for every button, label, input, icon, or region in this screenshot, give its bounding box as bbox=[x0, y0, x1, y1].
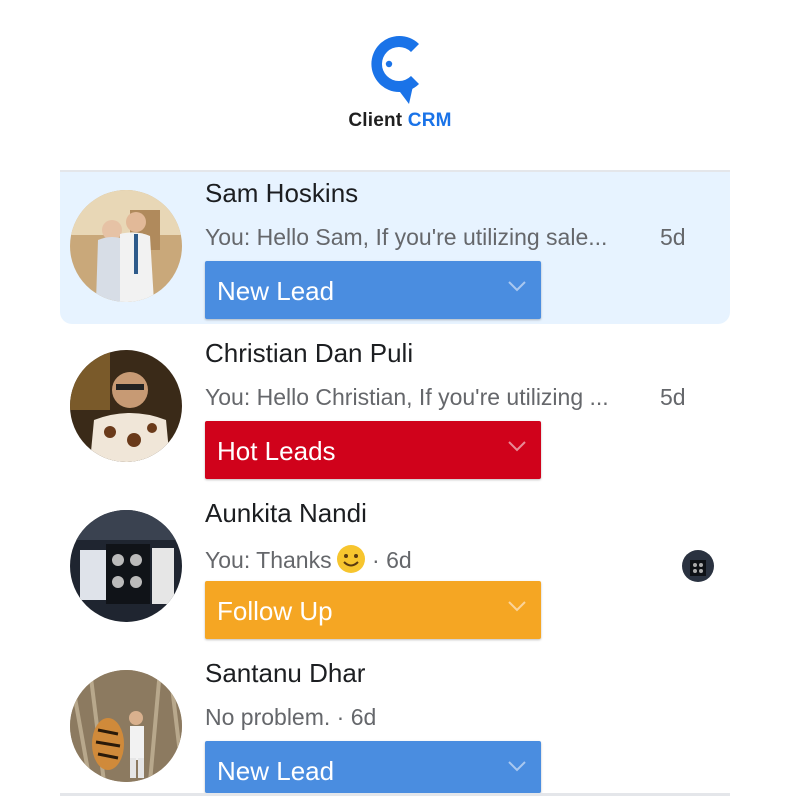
chevron-down-icon bbox=[508, 281, 526, 292]
status-label: Hot Leads bbox=[217, 436, 336, 466]
message-text: No problem. bbox=[205, 704, 331, 730]
avatar bbox=[70, 350, 182, 462]
contact-name: Aunkita Nandi bbox=[205, 498, 367, 528]
message-time: 6d bbox=[386, 547, 412, 573]
app-name-part1: Client bbox=[348, 110, 403, 131]
status-label: Follow Up bbox=[217, 596, 333, 626]
list-divider-bottom bbox=[60, 793, 730, 796]
contact-name: Christian Dan Puli bbox=[205, 338, 414, 368]
status-label: New Lead bbox=[217, 756, 335, 786]
conversation-item-sam-hoskins[interactable]: Sam Hoskins You: Hello Sam, If you're ut… bbox=[60, 172, 730, 324]
app-name: Client CRM bbox=[0, 110, 800, 132]
avatar bbox=[70, 670, 182, 782]
conversation-item-aunkita-nandi[interactable]: Aunkita Nandi You: Thanks · 6d Follow Up bbox=[60, 492, 730, 652]
message-separator-dot: · bbox=[330, 704, 351, 730]
message-preview: You: Hello Christian, If you're utilizin… bbox=[205, 384, 609, 410]
chat-bubble-c-logo-icon bbox=[371, 36, 419, 104]
message-separator-dot: · bbox=[365, 547, 387, 573]
avatar bbox=[70, 510, 182, 622]
status-dropdown[interactable]: Hot Leads bbox=[205, 421, 541, 479]
app-name-part2: CRM bbox=[407, 110, 452, 131]
conversation-item-christian-dan-puli[interactable]: Christian Dan Puli You: Hello Christian,… bbox=[60, 332, 730, 492]
status-label: New Lead bbox=[217, 276, 335, 306]
message-time: 5d bbox=[660, 384, 686, 410]
status-dropdown[interactable]: New Lead bbox=[205, 261, 541, 319]
status-dropdown[interactable]: New Lead bbox=[205, 741, 541, 793]
chevron-down-icon bbox=[508, 761, 526, 772]
message-preview: You: Hello Sam, If you're utilizing sale… bbox=[205, 224, 608, 250]
chevron-down-icon bbox=[508, 441, 526, 452]
message-preview: No problem. · 6d bbox=[205, 704, 376, 731]
status-dropdown[interactable]: Follow Up bbox=[205, 581, 541, 639]
conversation-item-santanu-dhar[interactable]: Santanu Dhar No problem. · 6d New Lead bbox=[60, 652, 730, 812]
message-text: You: Thanks bbox=[205, 547, 332, 573]
seen-avatar bbox=[682, 550, 714, 582]
app-logo: Client CRM bbox=[0, 30, 800, 132]
avatar bbox=[70, 190, 182, 302]
message-time: 6d bbox=[350, 704, 377, 730]
message-time: 5d bbox=[660, 224, 686, 250]
contact-name: Santanu Dhar bbox=[205, 658, 366, 688]
slightly-smiling-face-icon bbox=[336, 545, 365, 573]
contact-name: Sam Hoskins bbox=[205, 178, 359, 208]
message-preview: You: Thanks · 6d bbox=[205, 544, 412, 574]
chevron-down-icon bbox=[508, 601, 526, 612]
